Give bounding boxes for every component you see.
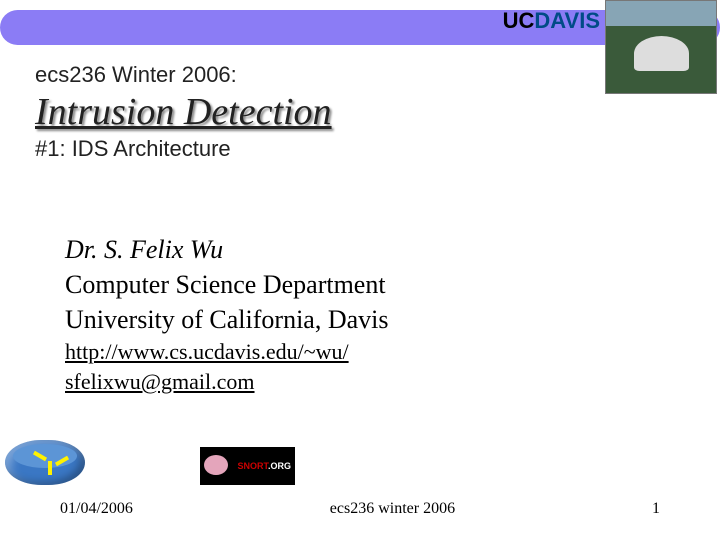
course-label: ecs236 Winter 2006: [35, 62, 332, 88]
router-arrow-icon [55, 456, 69, 466]
author-block: Dr. S. Felix Wu Computer Science Departm… [65, 232, 389, 397]
ucdavis-logo: UCDAVIS [503, 8, 600, 34]
router-icon [5, 440, 85, 485]
router-top [13, 444, 77, 468]
author-department: Computer Science Department [65, 267, 389, 302]
slide-header: ecs236 Winter 2006: Intrusion Detection … [35, 62, 332, 162]
photo-sculpture [634, 36, 689, 71]
snort-pig-icon [204, 455, 228, 475]
author-email[interactable]: sfelixwu@gmail.com [65, 367, 389, 397]
snort-badge: SNORT.ORG [200, 447, 295, 485]
logo-uc-text: UC [503, 8, 535, 33]
slide-subtitle: #1: IDS Architecture [35, 136, 332, 162]
campus-photo [605, 0, 717, 94]
slide-title: Intrusion Detection [35, 90, 332, 134]
snort-main-text: SNORT [237, 461, 268, 471]
photo-sky [606, 1, 716, 26]
footer-page: 1 [652, 500, 660, 518]
snort-text: SNORT.ORG [237, 461, 291, 471]
router-arrow-icon [48, 461, 52, 475]
author-url[interactable]: http://www.cs.ucdavis.edu/~wu/ [65, 337, 389, 367]
author-university: University of California, Davis [65, 302, 389, 337]
footer-date: 01/04/2006 [60, 500, 133, 518]
router-arrow-icon [33, 451, 47, 461]
snort-org-text: .ORG [268, 461, 291, 471]
logo-davis-text: DAVIS [534, 8, 600, 33]
author-name: Dr. S. Felix Wu [65, 232, 389, 267]
slide-footer: 01/04/2006 ecs236 winter 2006 1 [0, 500, 720, 518]
footer-center: ecs236 winter 2006 [330, 500, 455, 518]
